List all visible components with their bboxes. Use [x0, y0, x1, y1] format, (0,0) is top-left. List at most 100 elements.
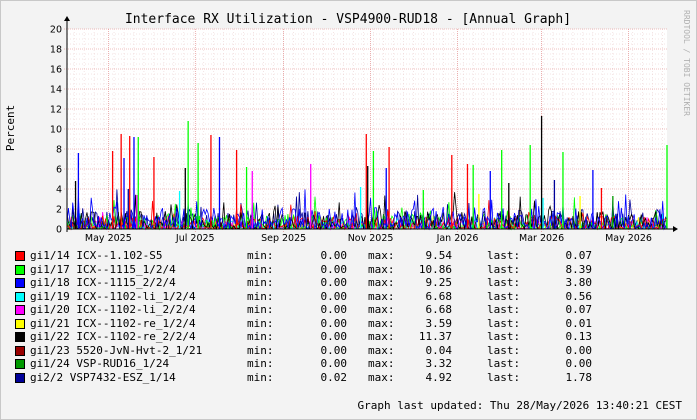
legend-max-value: 10.86 [418, 262, 452, 276]
legend-last-value: 0.01 [565, 316, 593, 330]
legend-last-value: 3.80 [565, 276, 593, 289]
legend-min-value: 0.00 [320, 289, 348, 303]
legend-swatch [15, 278, 25, 288]
legend-max-label: max: [368, 343, 395, 357]
legend-max-label: max: [368, 330, 395, 343]
legend-last-label: last: [487, 357, 521, 370]
legend-swatch [15, 372, 25, 383]
legend-swatch [15, 264, 25, 275]
legend-series-name: gi1/23 5520-JvN-Hvt-2_1/21 [30, 343, 203, 357]
legend-max-value: 9.25 [425, 276, 453, 289]
y-tick-label: 6 [56, 165, 62, 176]
legend-min-label: min: [247, 357, 274, 370]
y-tick-label: 18 [50, 45, 62, 56]
last-updated-footer: Graph last updated: Thu 28/May/2026 13:4… [357, 399, 682, 412]
legend-min-value: 0.00 [320, 249, 348, 262]
x-axis-arrow [673, 226, 678, 232]
legend-last-label: last: [487, 330, 521, 343]
legend-last-value: 0.56 [565, 289, 593, 303]
legend-min-label: min: [247, 370, 274, 384]
legend-last-value: 0.00 [565, 357, 593, 370]
legend-last-value: 8.39 [565, 262, 593, 276]
legend-swatch [15, 291, 25, 302]
legend-last-label: last: [487, 289, 521, 303]
x-tick-label: Jan 2026 [436, 233, 479, 244]
legend-min-label: min: [247, 289, 274, 303]
chart-title: Interface RX Utilization - VSP4900-RUD18… [125, 12, 571, 27]
legend-max-value: 6.68 [425, 289, 453, 303]
legend-last-value: 0.13 [565, 330, 593, 343]
legend-min-label: min: [247, 262, 274, 276]
y-tick-label: 12 [50, 105, 62, 116]
y-tick-label: 10 [50, 125, 62, 136]
legend-last-label: last: [487, 262, 521, 276]
legend-series-name: gi1/20 ICX--1102-li_2/2/4 [30, 303, 196, 316]
legend-swatch [15, 345, 25, 356]
legend-min-label: min: [247, 330, 274, 343]
legend-max-label: max: [368, 316, 395, 330]
x-tick-label: May 2025 [85, 233, 132, 244]
legend-max-label: max: [368, 289, 395, 303]
legend-min-label: min: [247, 343, 274, 357]
y-tick-label: 20 [50, 25, 62, 36]
legend-max-value: 3.59 [425, 316, 453, 330]
y-tick-label: 4 [56, 185, 62, 196]
legend-min-value: 0.00 [320, 357, 348, 370]
legend-last-value: 0.00 [565, 343, 593, 357]
rrdtool-watermark: RRDTOOL / TOBI OETIKER [682, 10, 691, 116]
legend-last-label: last: [487, 303, 521, 316]
legend-swatch [15, 332, 25, 342]
legend-max-label: max: [368, 370, 395, 384]
x-tick-label: Sep 2025 [261, 233, 306, 244]
legend-min-value: 0.00 [320, 343, 348, 357]
legend-min-value: 0.00 [320, 303, 348, 316]
legend-max-label: max: [368, 262, 395, 276]
legend-series-name: gi2/2 VSP7432-ESZ_1/14 [30, 370, 176, 384]
legend-min-label: min: [247, 249, 274, 262]
legend-swatch [15, 251, 25, 261]
legend-series-name: gi1/18 ICX--1115_2/2/4 [30, 276, 176, 289]
legend-min-value: 0.00 [320, 276, 348, 289]
x-tick-label: Mar 2026 [519, 233, 564, 244]
legend-swatch [15, 305, 25, 315]
legend-series-name: gi1/19 ICX--1102-li_1/2/4 [30, 289, 196, 303]
legend-series-name: gi1/17 ICX--1115_1/2/4 [30, 262, 176, 276]
legend-min-label: min: [247, 316, 274, 330]
legend-swatch [15, 359, 25, 369]
legend-last-value: 1.78 [565, 370, 593, 384]
y-axis-label: Percent [4, 105, 17, 151]
legend-min-label: min: [247, 303, 274, 316]
y-tick-label: 8 [56, 145, 62, 156]
y-tick-label: 14 [50, 85, 62, 96]
legend-last-value: 0.07 [565, 249, 593, 262]
x-tick-label: Jul 2025 [175, 233, 215, 244]
legend-max-value: 3.32 [425, 357, 453, 370]
y-axis-arrow [64, 16, 70, 21]
legend-last-label: last: [487, 370, 521, 384]
legend-max-value: 0.04 [425, 343, 453, 357]
y-tick-label: 0 [56, 225, 62, 236]
legend-max-value: 9.54 [425, 249, 453, 262]
legend-max-label: max: [368, 276, 395, 289]
legend-max-label: max: [368, 357, 395, 370]
y-tick-label: 2 [56, 205, 62, 216]
legend-series-name: gi1/24 VSP-RUD16_1/24 [30, 357, 170, 370]
legend-last-label: last: [487, 316, 521, 330]
legend-series-name: gi1/21 ICX--1102-re_1/2/4 [30, 316, 196, 330]
legend-min-value: 0.02 [320, 370, 348, 384]
legend-min-label: min: [247, 276, 274, 289]
y-tick-label: 16 [50, 65, 62, 76]
legend-max-value: 4.92 [425, 370, 453, 384]
legend-max-label: max: [368, 249, 395, 262]
legend-max-value: 6.68 [425, 303, 453, 316]
legend-last-value: 0.07 [565, 303, 593, 316]
legend-series-name: gi1/22 ICX--1102-re_2/2/4 [30, 330, 196, 343]
x-tick-label: May 2026 [605, 233, 652, 244]
legend-max-label: max: [368, 303, 395, 316]
legend-series-name: gi1/14 ICX--1.102-S5 [30, 249, 163, 262]
legend-swatch [15, 318, 25, 329]
legend-min-value: 0.00 [320, 330, 348, 343]
legend-last-label: last: [487, 343, 521, 357]
legend-min-value: 0.00 [320, 316, 348, 330]
plot-area: May 2025 Jul 2025 Sep 2025 Nov 2025 Jan 2026… [50, 16, 678, 244]
